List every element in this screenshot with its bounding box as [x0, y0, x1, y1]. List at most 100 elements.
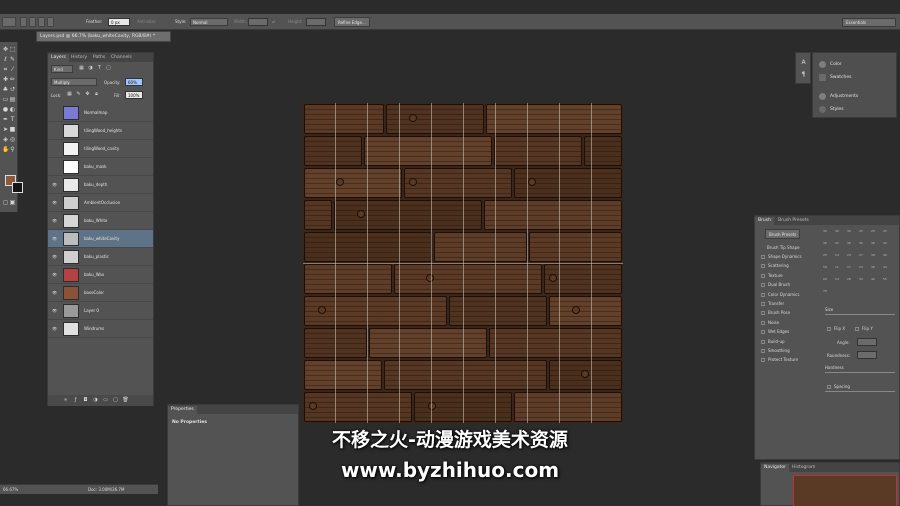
brush-option-item[interactable]: Color Dynamics [761, 292, 799, 297]
workspace-switcher[interactable]: Essentials [842, 18, 896, 27]
brush-option-item[interactable]: Protect Texture [761, 357, 798, 363]
brush-tip-cell[interactable]: 36 [847, 241, 852, 246]
intersect-selection-icon[interactable] [47, 17, 54, 27]
brush-tip-cell[interactable]: 32 [883, 241, 888, 246]
kind-filter-dropdown[interactable]: Kind [51, 65, 73, 73]
brush-tip-cell[interactable]: 14 [835, 253, 840, 258]
brush-tip-cell[interactable]: 26 [847, 277, 852, 282]
brush-tip-cell[interactable]: 70 [823, 289, 828, 294]
brush-tip-grid[interactable]: 30 30 30 25 25 25 36 25 36 36 36 32 25 14 24 27 39 46 59 11… [823, 229, 899, 305]
link-layers-icon[interactable]: ∞ [62, 397, 69, 404]
tab-brush-presets[interactable]: Brush Presets [775, 217, 812, 225]
brush-tip-cell[interactable]: 17 [847, 265, 852, 270]
brush-tip-cell[interactable]: 25 [871, 229, 876, 234]
brush-option-item[interactable]: Wet Edges [761, 329, 789, 335]
history-brush-tool-icon[interactable]: ↺ [9, 86, 16, 93]
visibility-eye-icon[interactable]: 👁︎ [52, 200, 57, 205]
visibility-eye-icon[interactable] [52, 110, 57, 115]
brush-option-item[interactable]: Dual Brush [761, 282, 790, 288]
brush-option-item[interactable]: Smoothing [761, 348, 790, 353]
brush-tip-cell[interactable]: 55 [883, 277, 888, 282]
screen-mode-icon[interactable]: ▣ [9, 199, 16, 206]
layer-row[interactable]: 👁︎ baseColor [48, 284, 153, 302]
layer-row[interactable]: 👁︎ baku_depth [48, 176, 153, 194]
feather-input[interactable]: 0 px [108, 18, 130, 26]
3d-camera-tool-icon[interactable]: ◎ [9, 136, 16, 143]
anti-alias-checkbox[interactable]: Anti-alias [137, 19, 156, 24]
zoom-level[interactable]: 66.67% [3, 487, 18, 492]
tab-paths[interactable]: Paths [90, 54, 108, 62]
healing-tool-icon[interactable]: ✚ [2, 76, 9, 83]
blend-mode-dropdown[interactable]: Multiply [51, 78, 97, 86]
shape-tool-icon[interactable]: ■ [9, 126, 16, 133]
brush-tip-cell[interactable]: 36 [871, 241, 876, 246]
layer-row[interactable]: Normalmap [48, 104, 153, 122]
tab-properties[interactable]: Properties [168, 406, 197, 414]
add-selection-icon[interactable] [29, 17, 36, 27]
quick-mask-icon[interactable]: ◻ [2, 199, 9, 206]
brush-tip-cell[interactable]: 14 [835, 277, 840, 282]
size-slider[interactable] [825, 314, 895, 315]
spacing-checkbox[interactable]: Spacing [827, 384, 850, 389]
type-tool-icon[interactable]: T [9, 116, 16, 123]
fill-input[interactable]: 100% [125, 91, 143, 99]
visibility-eye-icon[interactable] [52, 128, 57, 133]
roundness-input[interactable] [857, 351, 877, 359]
flip-x-checkbox[interactable]: Flip X [827, 326, 845, 331]
marquee-preset-button[interactable] [2, 17, 16, 27]
stamp-tool-icon[interactable]: ♣ [2, 86, 9, 93]
layer-style-icon[interactable]: ƒ [72, 397, 79, 404]
adjustment-filter-icon[interactable]: ◑ [87, 65, 94, 72]
hardness-slider[interactable] [825, 372, 895, 373]
move-tool-icon[interactable]: ✥ [2, 46, 9, 53]
brush-tip-cell[interactable]: 42 [871, 277, 876, 282]
eyedropper-tool-icon[interactable]: ⁄ [9, 66, 16, 73]
type-filter-icon[interactable]: T [96, 65, 103, 72]
lock-transparent-icon[interactable]: ▦ [66, 91, 73, 98]
new-group-icon[interactable]: ▭ [102, 397, 109, 404]
layer-row[interactable]: baku_mask [48, 158, 153, 176]
lock-pixels-icon[interactable]: ✎ [75, 91, 82, 98]
styles-panel-button[interactable]: Styles [830, 107, 844, 112]
layer-row[interactable]: tilingWood_heights [48, 122, 153, 140]
dodge-tool-icon[interactable]: ◐ [9, 106, 16, 113]
add-mask-icon[interactable]: ◘ [82, 397, 89, 404]
visibility-eye-icon[interactable]: 👁︎ [52, 308, 57, 313]
blur-tool-icon[interactable]: ● [2, 106, 9, 113]
lasso-tool-icon[interactable]: ℓ [2, 56, 9, 63]
tab-brush[interactable]: Brush [755, 217, 774, 225]
flip-y-checkbox[interactable]: Flip Y [855, 326, 873, 331]
brush-tip-cell[interactable]: 33 [859, 277, 864, 282]
visibility-eye-icon[interactable] [52, 146, 57, 151]
layer-row[interactable]: 👁︎ baku_White [48, 212, 153, 230]
brush-tip-cell[interactable]: 36 [823, 241, 828, 246]
visibility-eye-icon[interactable]: 👁︎ [52, 326, 57, 331]
brush-tip-cell[interactable]: 36 [859, 241, 864, 246]
brush-tip-cell[interactable]: 30 [835, 229, 840, 234]
shape-filter-icon[interactable]: ▢ [105, 65, 112, 72]
refine-edge-button[interactable]: Refine Edge... [334, 17, 370, 27]
delete-layer-icon[interactable]: 🗑︎ [122, 397, 129, 404]
brush-option-item[interactable]: Noise [761, 320, 779, 325]
tab-channels[interactable]: Channels [108, 54, 135, 62]
opacity-input[interactable]: 60% [125, 78, 143, 86]
gradient-tool-icon[interactable]: ▤ [9, 96, 16, 103]
layer-row[interactable]: tilingWood_cavity [48, 140, 153, 158]
crop-tool-icon[interactable]: ⌗ [2, 66, 9, 73]
zoom-tool-icon[interactable]: ⚲ [9, 146, 16, 153]
hand-tool-icon[interactable]: ✋ [2, 146, 9, 153]
visibility-eye-icon[interactable]: 👁︎ [52, 236, 57, 241]
lock-position-icon[interactable]: ✥ [84, 91, 91, 98]
brush-tip-cell[interactable]: 44 [883, 265, 888, 270]
brush-tool-icon[interactable]: ✏ [9, 76, 16, 83]
visibility-eye-icon[interactable]: 👁︎ [52, 254, 57, 259]
adjustments-panel-button[interactable]: Adjustments [830, 94, 858, 99]
visibility-eye-icon[interactable] [52, 164, 57, 169]
brush-tip-cell[interactable]: 23 [859, 265, 864, 270]
visibility-eye-icon[interactable]: 👁︎ [52, 218, 57, 223]
marquee-tool-icon[interactable]: ⬚ [9, 46, 16, 53]
lock-all-icon[interactable]: 🔒︎ [93, 91, 100, 98]
brush-tip-cell[interactable]: 59 [823, 265, 828, 270]
tab-layers[interactable]: Layers [48, 54, 69, 62]
brush-option-item[interactable]: Build-up [761, 339, 785, 344]
